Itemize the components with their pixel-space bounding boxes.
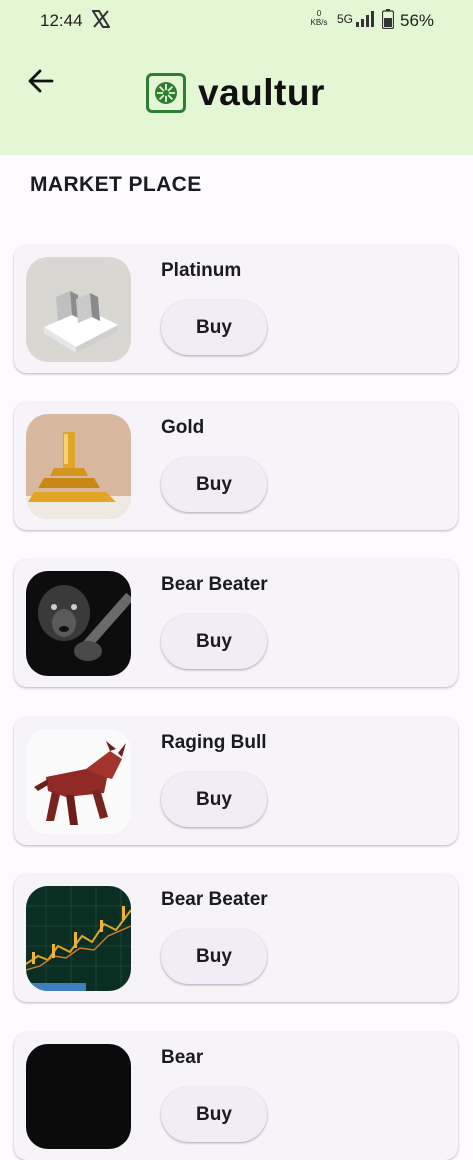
product-card-raging-bull[interactable]: Raging Bull Buy bbox=[14, 717, 458, 845]
buy-button[interactable]: Buy bbox=[161, 929, 267, 984]
battery-icon bbox=[382, 9, 394, 29]
app-logo: vaultur bbox=[146, 70, 325, 116]
bear-image bbox=[26, 571, 131, 676]
product-card-bear-beater-2[interactable]: Bear Beater Buy bbox=[14, 874, 458, 1002]
buy-button[interactable]: Buy bbox=[161, 772, 267, 827]
status-time: 12:44 bbox=[40, 11, 83, 30]
product-name: Bear Beater bbox=[161, 889, 268, 910]
network-type: 5G bbox=[337, 12, 354, 26]
buy-button[interactable]: Buy bbox=[161, 300, 267, 355]
back-arrow-icon[interactable] bbox=[26, 66, 56, 96]
x-app-icon bbox=[92, 10, 110, 28]
product-card-bear-beater[interactable]: Bear Beater Buy bbox=[14, 559, 458, 687]
product-name: Bear Beater bbox=[161, 574, 268, 595]
product-card-platinum[interactable]: Platinum Buy bbox=[14, 245, 458, 373]
vaultur-logo-icon bbox=[146, 73, 186, 113]
platinum-bars-image bbox=[26, 257, 131, 362]
battery-percentage: 56% bbox=[400, 11, 435, 30]
status-bar: 12:44 0 KB/s 5G 56% bbox=[0, 0, 473, 40]
product-card-bear[interactable]: Bear Buy bbox=[14, 1032, 458, 1160]
buy-button[interactable]: Buy bbox=[161, 1087, 267, 1142]
bull-image bbox=[26, 729, 131, 834]
app-name: vaultur bbox=[198, 72, 325, 113]
product-name: Platinum bbox=[161, 260, 242, 281]
app-header: 12:44 0 KB/s 5G 56% vaultur bbox=[0, 0, 473, 155]
product-name: Raging Bull bbox=[161, 732, 267, 753]
dark-image bbox=[26, 1044, 131, 1149]
gold-bars-image bbox=[26, 414, 131, 519]
product-card-gold[interactable]: Gold Buy bbox=[14, 402, 458, 530]
stock-chart-image bbox=[26, 886, 131, 991]
net-speed: 0 KB/s bbox=[310, 9, 328, 27]
signal-icon bbox=[356, 11, 374, 27]
buy-button[interactable]: Buy bbox=[161, 457, 267, 512]
page-title: MARKET PLACE bbox=[30, 173, 202, 196]
buy-button[interactable]: Buy bbox=[161, 614, 267, 669]
product-name: Gold bbox=[161, 417, 205, 438]
product-name: Bear bbox=[161, 1047, 204, 1068]
